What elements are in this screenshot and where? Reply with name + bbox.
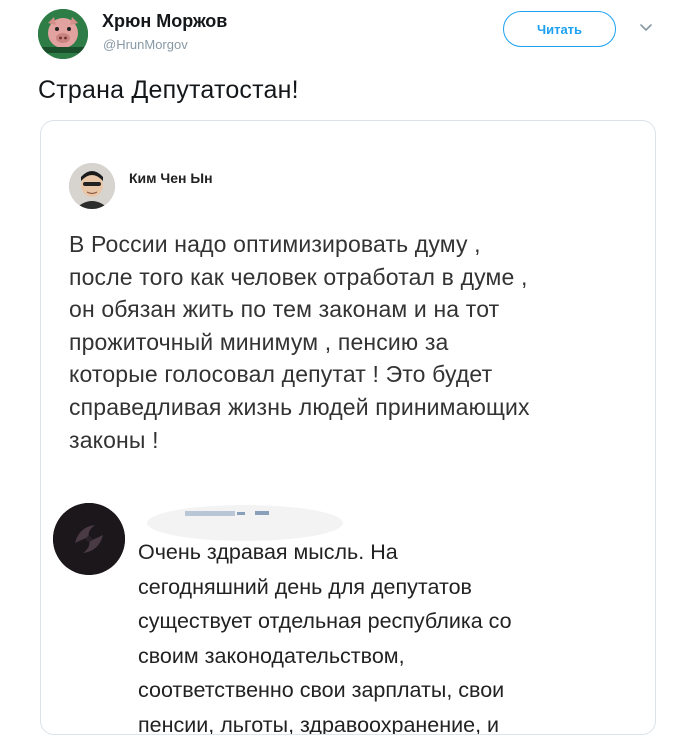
author-avatar[interactable] (38, 9, 88, 59)
tweet-text: Страна Депутатостан! (38, 76, 299, 104)
tweet-image[interactable]: Ким Чен Ын В России надо оптимизировать … (40, 120, 656, 735)
author-handle[interactable]: @HrunMorgov (103, 37, 188, 52)
chevron-down-icon[interactable] (638, 20, 654, 36)
embedded-author-avatar (69, 163, 115, 209)
embedded-author-name: Ким Чен Ын (129, 170, 213, 186)
follow-button[interactable]: Читать (503, 11, 616, 47)
comment-text: Очень здравая мысль. На сегодняшний день… (138, 540, 512, 735)
author-name[interactable]: Хрюн Моржов (102, 11, 227, 32)
embedded-post-text: В России надо оптимизировать думу , посл… (69, 231, 530, 453)
commenter-avatar (53, 503, 125, 575)
